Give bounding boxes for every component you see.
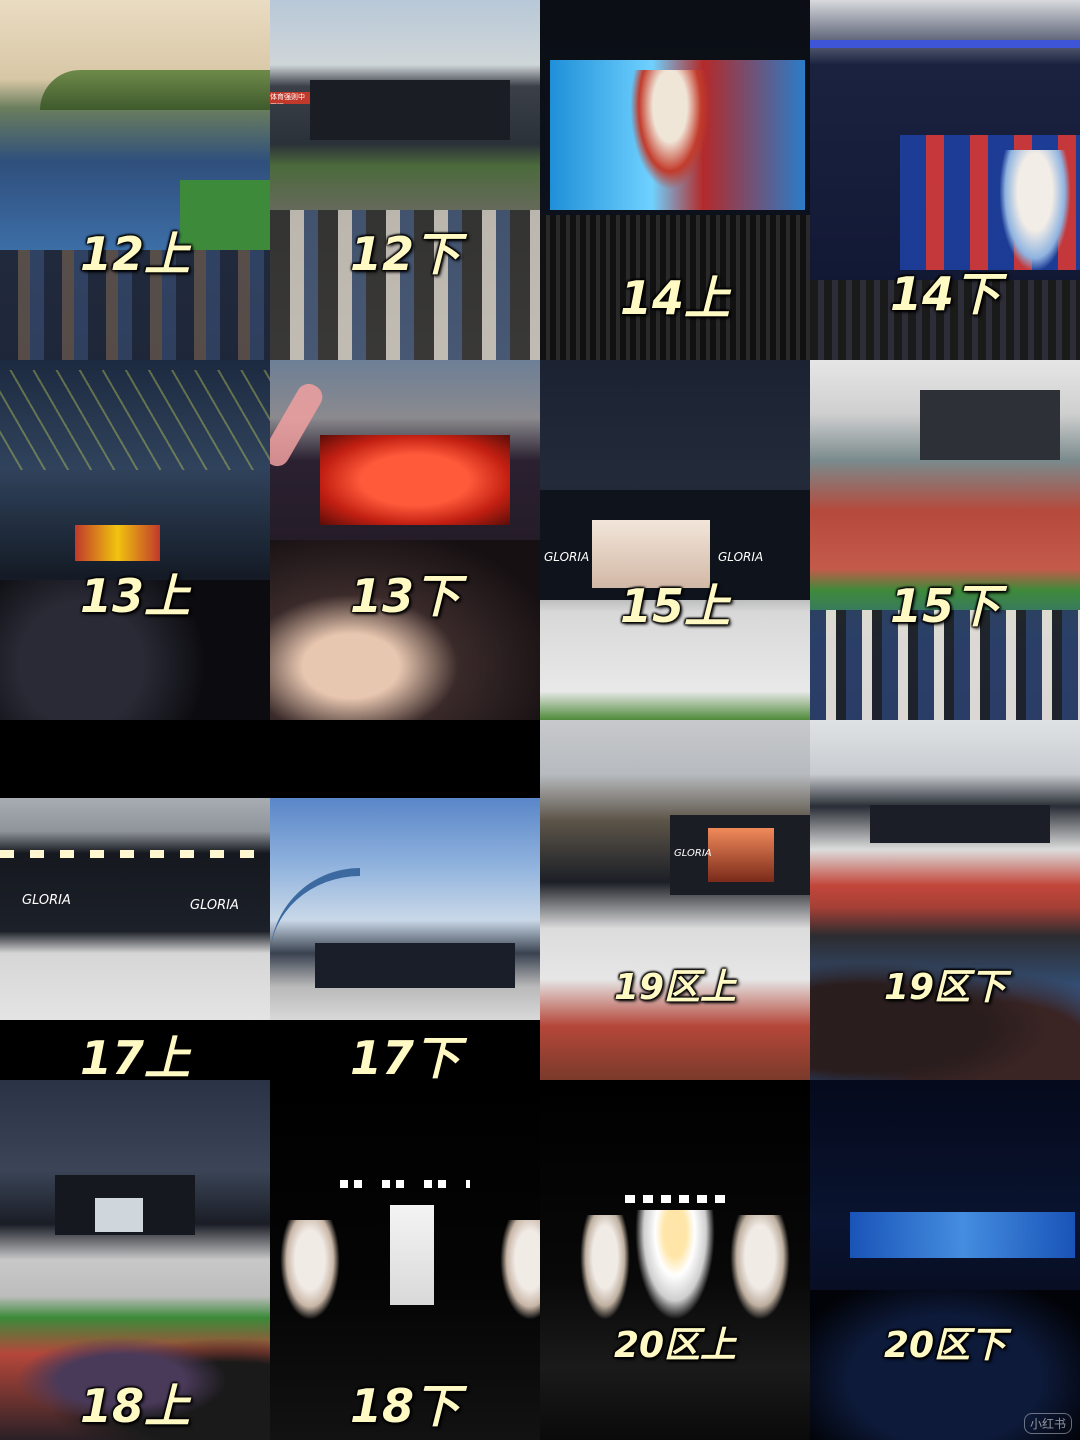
tile-label: 12上 [79, 227, 190, 281]
tile-label: 20区下 [883, 1325, 1007, 1366]
photo-14-upper: 14上 [540, 0, 810, 360]
photo-13-upper: 13上 [0, 360, 270, 720]
black-spacer [0, 720, 540, 798]
tile-label: 18下 [349, 1379, 460, 1433]
tile-label: 19区下 [883, 967, 1007, 1008]
tile-label: 12下 [349, 227, 460, 281]
tile-label: 20区上 [613, 1325, 737, 1366]
brand-banner: 体育强则中国强 [270, 92, 310, 104]
screen-text: GLORIA [674, 848, 712, 859]
label-band-17-upper: 17上 [0, 1020, 270, 1080]
screen-text: GLORIA [22, 893, 71, 908]
tile-label: 13下 [349, 569, 460, 623]
label-band-17-lower: 17下 [270, 1020, 540, 1080]
tile-label: 17下 [349, 1031, 460, 1080]
photo-19-upper: GLORIA 19区上 [540, 720, 810, 1080]
screen-text: GLORIA [190, 898, 239, 913]
tile-label: 14上 [619, 271, 730, 325]
photo-13-lower: 13下 [270, 360, 540, 720]
photo-17-upper: GLORIA GLORIA [0, 798, 270, 1020]
photo-18-lower: 18下 [270, 1080, 540, 1440]
photo-17-lower [270, 798, 540, 1020]
watermark: 小红书 [1023, 1413, 1072, 1434]
photo-15-upper: GLORIA GLORIA 15上 [540, 360, 810, 720]
tile-label: 19区上 [613, 967, 737, 1008]
photo-20-lower: 20区下 小红书 [810, 1080, 1080, 1440]
photo-12-upper: 12上 [0, 0, 270, 360]
photo-14-lower: 14下 [810, 0, 1080, 360]
tile-label: 15上 [619, 579, 730, 633]
photo-12-lower: 体育强则中国强 12下 [270, 0, 540, 360]
screen-text: GLORIA [544, 550, 590, 564]
photo-19-lower: 19区下 [810, 720, 1080, 1080]
photo-20-upper: 20区上 [540, 1080, 810, 1440]
tile-label: 17上 [79, 1031, 190, 1080]
tile-label: 18上 [79, 1379, 190, 1433]
tile-label: 14下 [889, 267, 1000, 321]
tile-label: 13上 [79, 569, 190, 623]
photo-18-upper: 18上 [0, 1080, 270, 1440]
screen-text: GLORIA [718, 550, 764, 564]
photo-15-lower: 15下 [810, 360, 1080, 720]
tile-label: 15下 [889, 579, 1000, 633]
